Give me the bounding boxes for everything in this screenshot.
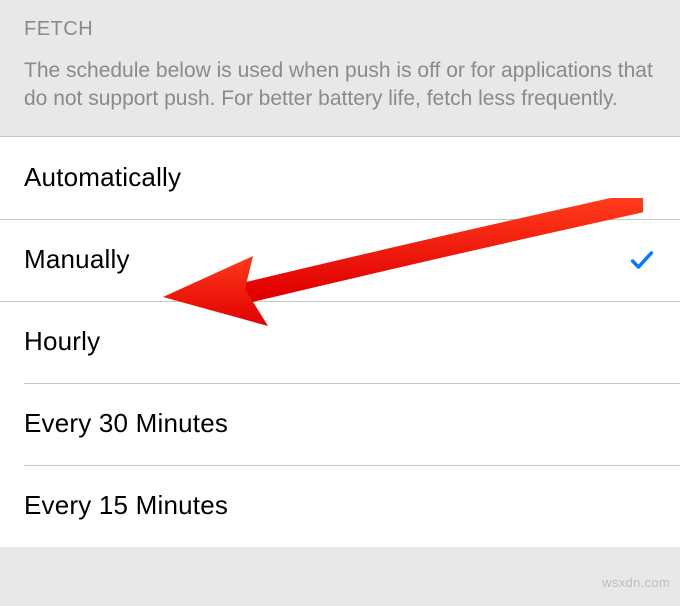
fetch-header-section: FETCH The schedule below is used when pu… xyxy=(0,0,680,136)
fetch-options-list: Automatically Manually Hourly Every 30 M… xyxy=(0,136,680,547)
section-title: FETCH xyxy=(24,18,656,41)
checkmark-icon xyxy=(628,246,656,274)
option-label: Every 15 Minutes xyxy=(24,490,228,521)
option-label: Automatically xyxy=(24,162,181,193)
watermark: wsxdn.com xyxy=(602,575,670,590)
section-description: The schedule below is used when push is … xyxy=(24,57,656,114)
option-automatically[interactable]: Automatically xyxy=(0,137,680,219)
option-hourly[interactable]: Hourly xyxy=(0,301,680,383)
option-every-30-minutes[interactable]: Every 30 Minutes xyxy=(0,383,680,465)
option-manually[interactable]: Manually xyxy=(0,219,680,301)
option-label: Hourly xyxy=(24,326,100,357)
option-every-15-minutes[interactable]: Every 15 Minutes xyxy=(0,465,680,547)
option-label: Manually xyxy=(24,244,130,275)
option-label: Every 30 Minutes xyxy=(24,408,228,439)
